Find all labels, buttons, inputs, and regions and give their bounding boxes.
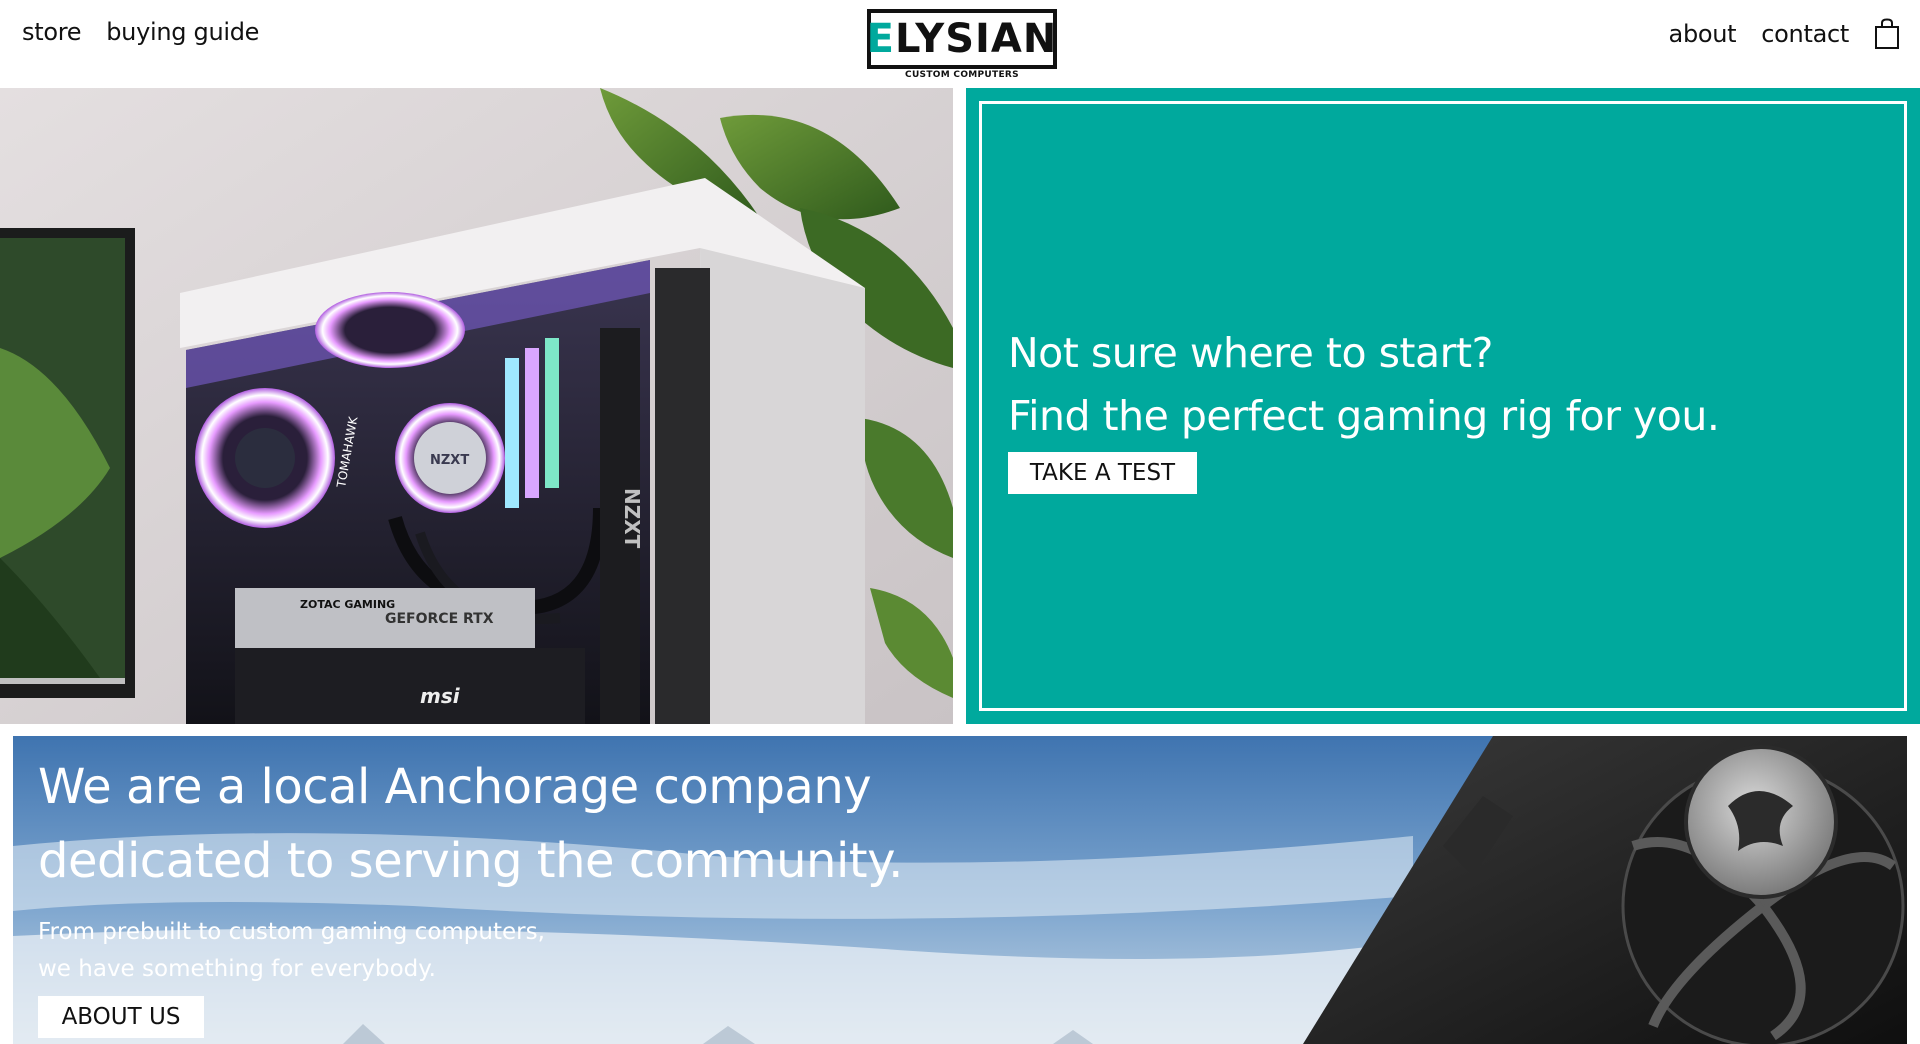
about-banner-subtext: From prebuilt to custom gaming computers… — [38, 914, 545, 988]
site-header: store buying guide E LYSIAN CUSTOM COMPUT… — [0, 0, 1920, 88]
nav-buying-guide-link[interactable]: buying guide — [106, 18, 259, 46]
gpu-brand-text: ZOTAC GAMING — [300, 598, 395, 611]
about-us-button[interactable]: ABOUT US — [38, 996, 204, 1038]
logo-first-letter: E — [866, 16, 895, 62]
shopping-bag-icon[interactable] — [1874, 18, 1900, 50]
about-banner-sub-1: From prebuilt to custom gaming computers… — [38, 919, 545, 945]
about-banner: We are a local Anchorage company dedicat… — [13, 736, 1907, 1044]
quiz-cta-panel: Not sure where to start? Find the perfec… — [966, 88, 1920, 724]
gpu-model-text: GEFORCE RTX — [385, 611, 494, 627]
pump-brand-text: NZXT — [430, 453, 469, 468]
quiz-cta-line-2: Find the perfect gaming rig for you. — [1008, 392, 1720, 440]
quiz-cta-line-1: Not sure where to start? — [1008, 329, 1493, 377]
nav-contact-link[interactable]: contact — [1761, 20, 1849, 48]
logo-tagline: CUSTOM COMPUTERS — [905, 70, 1019, 80]
logo-rest: LYSIAN — [894, 16, 1058, 62]
hero-pc-build-photo: NZXT TOMAHAWK NZXT ZOTAC GAMING GEFORCE … — [0, 88, 953, 724]
logo-wordmark: E LYSIAN — [867, 9, 1057, 69]
case-brand-text: NZXT — [620, 488, 644, 549]
about-banner-heading: We are a local Anchorage company dedicat… — [38, 750, 903, 898]
nav-store-link[interactable]: store — [22, 18, 82, 46]
board-brand-text: msi — [420, 684, 461, 708]
site-logo[interactable]: E LYSIAN CUSTOM COMPUTERS — [866, 9, 1058, 80]
about-banner-line-2: dedicated to serving the community. — [38, 833, 903, 889]
primary-nav-left: store buying guide — [22, 18, 259, 46]
quiz-cta-heading: Not sure where to start? Find the perfec… — [1008, 322, 1720, 448]
primary-nav-right: about contact — [1669, 18, 1900, 50]
nav-about-link[interactable]: about — [1669, 20, 1737, 48]
about-banner-line-1: We are a local Anchorage company — [38, 759, 872, 815]
about-banner-sub-2: we have something for everybody. — [38, 956, 436, 982]
take-a-test-button[interactable]: TAKE A TEST — [1008, 452, 1197, 494]
